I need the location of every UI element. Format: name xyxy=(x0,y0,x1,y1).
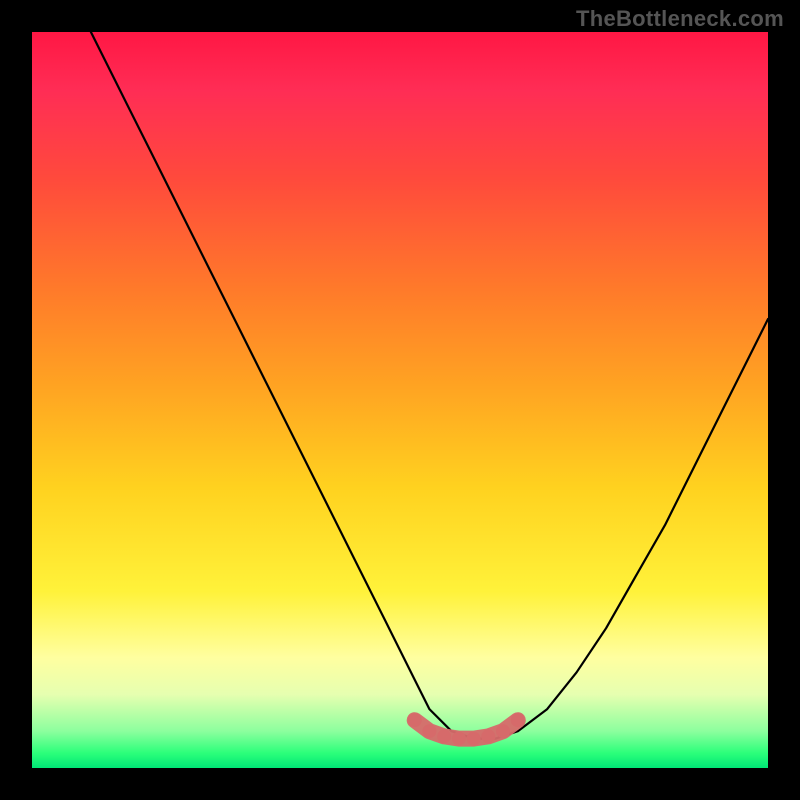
chart-frame: TheBottleneck.com xyxy=(0,0,800,800)
watermark-text: TheBottleneck.com xyxy=(576,6,784,32)
chart-svg xyxy=(32,32,768,768)
bottleneck-markers xyxy=(408,713,525,745)
plot-area xyxy=(32,32,768,768)
bottleneck-curve xyxy=(91,32,768,739)
